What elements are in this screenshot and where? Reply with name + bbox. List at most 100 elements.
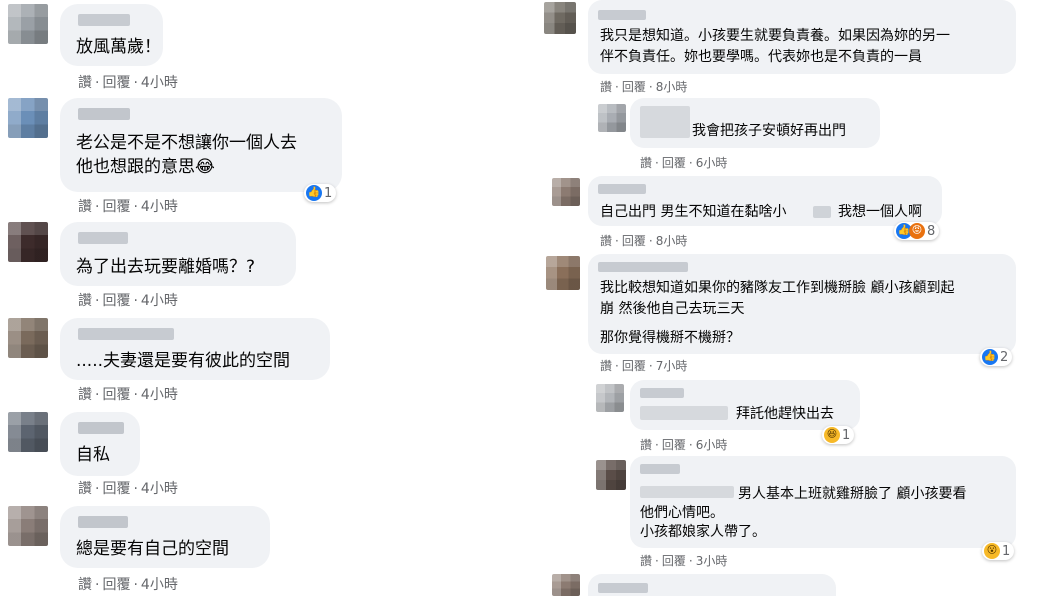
reply-link[interactable]: 回覆 [102,481,130,497]
blurred-author-name[interactable] [78,328,174,340]
like-link[interactable]: 讚 [640,438,652,452]
blurred-author-name[interactable] [78,232,128,244]
avatar[interactable] [544,2,576,34]
timestamp[interactable]: 4小時 [141,199,178,215]
comment-bubble: 自己出門 男生不知道在黏啥小 我想一個人啊 [588,176,942,226]
reply-link[interactable]: 回覆 [662,156,686,170]
reaction-summary[interactable]: 👍 2 [980,348,1013,366]
comment-bubble: 男人基本上班就雞掰臉了 顧小孩要看 他們心情吧。 小孩都娘家人帶了。 [630,456,1016,548]
comment-bubble: .....夫妻還是要有彼此的空間 [60,318,330,380]
comment-actions: 讚 · 回覆 · 4小時 [78,481,178,497]
comment-actions: 讚 · 回覆 · 8小時 [600,80,688,94]
blurred-author-name[interactable] [78,14,130,26]
like-link[interactable]: 讚 [640,156,652,170]
comment-actions: 讚 · 回覆 · 4小時 [78,75,178,91]
comment-actions: 讚 · 回覆 · 4小時 [78,293,178,309]
comment-text: 放風萬歲！ [76,37,161,57]
reply-link[interactable]: 回覆 [102,577,130,593]
comment-bubble: 自私 [60,412,140,476]
comment-text: 自私 [76,445,110,465]
timestamp[interactable]: 7小時 [656,359,688,373]
like-link[interactable]: 讚 [78,481,92,497]
like-icon: 👍 [306,185,322,201]
comment-actions: 讚 · 回覆 · 3小時 [640,554,728,568]
reaction-summary[interactable]: 👍 1 [304,184,337,202]
comment-actions: 讚 · 回覆 · 4小時 [78,387,178,403]
reply-link[interactable]: 回覆 [102,293,130,309]
comment-bubble: 總是要有自己的空間 [60,506,270,568]
blurred-author-name[interactable] [78,516,128,528]
reply-link[interactable]: 回覆 [102,387,130,403]
avatar[interactable] [596,460,626,490]
reaction-summary[interactable]: 😆 1 [822,426,855,444]
blurred-text [813,206,831,218]
blurred-author-name[interactable] [598,583,648,593]
blurred-author-name[interactable] [78,108,130,120]
timestamp[interactable]: 4小時 [141,75,178,91]
reply-link[interactable]: 回覆 [622,359,646,373]
comment-actions: 讚 · 回覆 · 6小時 [640,438,728,452]
timestamp[interactable]: 4小時 [141,293,178,309]
avatar[interactable] [552,178,580,206]
blurred-author-name[interactable] [640,464,680,474]
blurred-author-name[interactable] [598,184,646,194]
comment-text: 拜託他趕快出去 [736,406,834,422]
reaction-count: 2 [1000,349,1009,365]
reply-link[interactable]: 回覆 [102,199,130,215]
comment-actions: 讚 · 回覆 · 6小時 [640,156,728,170]
timestamp[interactable]: 4小時 [141,577,178,593]
haha-icon: 😆 [824,427,840,443]
avatar[interactable] [8,98,48,138]
like-link[interactable]: 讚 [600,80,612,94]
comment-text-line-2: 伴不負責任。妳也要學嗎。代表妳也是不負責的一員 [600,49,922,65]
blurred-author-name[interactable] [78,422,124,434]
avatar[interactable] [8,412,48,452]
avatar[interactable] [8,4,48,44]
like-link[interactable]: 讚 [78,199,92,215]
like-link[interactable]: 讚 [78,387,92,403]
timestamp[interactable]: 6小時 [696,438,728,452]
like-link[interactable]: 讚 [600,359,612,373]
reply-link[interactable]: 回覆 [662,438,686,452]
comment-text-line-3: 那你覺得機掰不機掰？ [600,330,740,346]
timestamp[interactable]: 4小時 [141,387,178,403]
blurred-mention [640,406,728,420]
avatar[interactable] [546,256,580,290]
like-link[interactable]: 讚 [78,577,92,593]
blurred-author-name[interactable] [640,388,684,398]
comment-actions: 讚 · 回覆 · 4小時 [78,577,178,593]
reaction-summary[interactable]: 😮 1 [982,542,1015,560]
like-link[interactable]: 讚 [78,293,92,309]
like-icon: 👍 [982,349,998,365]
comment-bubble [588,574,836,596]
reply-link[interactable]: 回覆 [102,75,130,91]
comment-bubble: 老公是不是不想讓你一個人去 他也想跟的意思😂 [60,98,342,192]
avatar[interactable] [8,506,48,546]
like-link[interactable]: 讚 [78,75,92,91]
timestamp[interactable]: 8小時 [656,80,688,94]
avatar[interactable] [598,104,626,132]
reaction-summary[interactable]: 👍 😡 8 [894,222,940,240]
comment-text: 我會把孩子安頓好再出門 [692,123,846,139]
avatar[interactable] [552,574,580,596]
timestamp[interactable]: 3小時 [696,554,728,568]
blurred-author-name[interactable] [640,106,690,138]
comment-text-line-2: 崩 然後他自己去玩三天 [600,301,745,317]
timestamp[interactable]: 4小時 [141,481,178,497]
reply-link[interactable]: 回覆 [622,80,646,94]
reaction-count: 8 [927,223,936,239]
reply-link[interactable]: 回覆 [662,554,686,568]
timestamp[interactable]: 8小時 [656,234,688,248]
reply-link[interactable]: 回覆 [622,234,646,248]
timestamp[interactable]: 6小時 [696,156,728,170]
wow-icon: 😮 [984,543,1000,559]
blurred-author-name[interactable] [598,10,646,20]
comment-bubble: 我只是想知道。小孩要生就要負責養。如果因為妳的另一 伴不負責任。妳也要學嗎。代表… [588,0,1016,74]
like-link[interactable]: 讚 [600,234,612,248]
avatar[interactable] [596,384,624,412]
reaction-count: 1 [1002,543,1011,559]
avatar[interactable] [8,222,48,262]
blurred-author-name[interactable] [598,262,688,272]
avatar[interactable] [8,318,48,358]
like-link[interactable]: 讚 [640,554,652,568]
